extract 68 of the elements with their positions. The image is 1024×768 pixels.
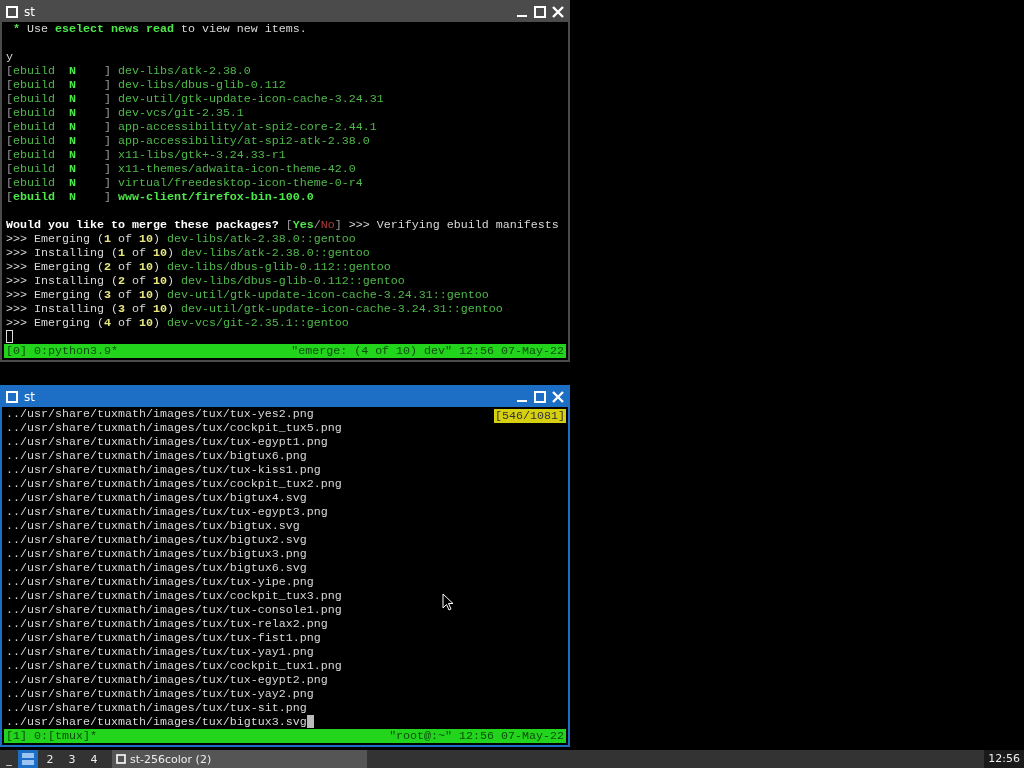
mouse-pointer-icon [442,593,454,611]
task-button[interactable]: st-256color (2) [112,750,367,768]
terminal-line: >>> Emerging (2 of 10) dev-libs/dbus-glib-0.112::gentoo [6,260,391,274]
terminal-line: [ebuild N ] virtual/freedesktop-icon-theme-0-r4 [6,176,363,190]
terminal-line: >>> Installing (2 of 10) dev-libs/dbus-glib-0.112::gentoo [6,274,405,288]
terminal-line: ../usr/share/tuxmath/images/tux/tux-egypt2.png [6,673,328,687]
terminal-line: ../usr/share/tuxmath/images/tux/bigtux3.svg [6,715,307,729]
window-icon [116,754,126,764]
terminal-line: ../usr/share/tuxmath/images/tux/bigtux3.png [6,547,307,561]
terminal-line: ../usr/share/tuxmath/images/tux/bigtux4.svg [6,491,307,505]
terminal-line: [ebuild N ] app-accessibility/at-spi2-atk-2.38.0 [6,134,370,148]
match-counter: [546/1081] [494,409,566,423]
terminal-line: >>> Installing (3 of 10) dev-util/gtk-update-icon-cache-3.24.31::gentoo [6,302,503,316]
close-icon[interactable] [552,6,564,18]
window-icon [6,6,18,18]
window-title: st [24,5,36,19]
layout-symbol: _ [5,752,13,766]
terminal-line: ../usr/share/tuxmath/images/tux/bigtux6.svg [6,561,307,575]
terminal-line: ../usr/share/tuxmath/images/tux/tux-fist1.png [6,631,321,645]
text-cursor [6,330,13,343]
terminal-line: ../usr/share/tuxmath/images/tux/cockpit_tux3.png [6,589,342,603]
terminal-line: [ebuild N ] app-accessibility/at-spi2-core-2.44.1 [6,120,377,134]
status-left: [1] 0:[tmux]* [6,729,97,743]
terminal-line: ../usr/share/tuxmath/images/tux/tux-kiss1.png [6,463,321,477]
terminal-line: Would you like to merge these packages? [Yes/No] >>> Verifying ebuild manifests [6,218,559,232]
terminal-line: [ebuild N ] dev-util/gtk-update-icon-cache-3.24.31 [6,92,384,106]
terminal-line: y [6,50,13,64]
terminal-line: [ebuild N ] dev-libs/atk-2.38.0 [6,64,251,78]
terminal-line: ../usr/share/tuxmath/images/tux/tux-egypt1.png [6,435,328,449]
status-right: "emerge: (4 of 10) dev" 12:56 07-May-22 [291,344,564,358]
clock: 12:56 [984,750,1024,768]
close-icon[interactable] [552,391,564,403]
tiled-layout-icon [21,752,35,766]
terminal-line: ../usr/share/tuxmath/images/tux/tux-sit.png [6,701,307,715]
title-bar[interactable]: st [2,2,568,22]
terminal-line: [ebuild N ] dev-libs/dbus-glib-0.112 [6,78,286,92]
terminal-line: [ebuild N ] x11-libs/gtk+-3.24.33-r1 [6,148,286,162]
window-icon [6,391,18,403]
text-cursor [306,715,314,728]
terminal-line: ../usr/share/tuxmath/images/tux/cockpit_tux2.png [6,477,342,491]
terminal-line: ../usr/share/tuxmath/images/tux/bigtux2.svg [6,533,307,547]
terminal-line: ../usr/share/tuxmath/images/tux/tux-yay1.png [6,645,314,659]
terminal-line: [ebuild N ] dev-vcs/git-2.35.1 [6,106,244,120]
terminal-line: >>> Emerging (3 of 10) dev-util/gtk-update-icon-cache-3.24.31::gentoo [6,288,489,302]
status-left: [0] 0:python3.9* [6,344,118,358]
terminal-line: [ebuild N ] x11-themes/adwaita-icon-theme-42.0 [6,162,356,176]
terminal-line: ../usr/share/tuxmath/images/tux/cockpit_tux5.png [6,421,342,435]
terminal-line: [ebuild N ] www-client/firefox-bin-100.0 [6,190,314,204]
terminal-line: ../usr/share/tuxmath/images/tux/tux-console1.png [6,603,342,617]
maximize-icon[interactable] [534,6,546,18]
terminal-line: * Use eselect news read to view new items. [12,22,307,36]
window-title: st [24,390,36,404]
terminal-line: >>> Emerging (1 of 10) dev-libs/atk-2.38.0::gentoo [6,232,356,246]
maximize-icon[interactable] [534,391,546,403]
terminal-line: ../usr/share/tuxmath/images/tux/bigtux.svg [6,519,300,533]
terminal-line: ../usr/share/tuxmath/images/tux/tux-egypt3.png [6,505,328,519]
terminal-line: ../usr/share/tuxmath/images/tux/bigtux6.png [6,449,307,463]
terminal-line: ../usr/share/tuxmath/images/tux/tux-yes2.png [6,407,314,421]
terminal-line: >>> Emerging (4 of 10) dev-vcs/git-2.35.1::gentoo [6,316,349,330]
status-right: "root@:~" 12:56 07-May-22 [389,729,564,743]
terminal-line: ../usr/share/tuxmath/images/tux/tux-relax2.png [6,617,328,631]
title-bar[interactable]: st [2,387,568,407]
terminal-line: >>> Installing (1 of 10) dev-libs/atk-2.38.0::gentoo [6,246,370,260]
terminal-line: ../usr/share/tuxmath/images/tux/cockpit_tux1.png [6,659,342,673]
task-title: st-256color (2) [130,752,212,766]
workspace-tag[interactable] [18,750,38,768]
terminal-line: ../usr/share/tuxmath/images/tux/tux-yipe.png [6,575,314,589]
terminal-line: ../usr/share/tuxmath/images/tux/tux-yay2.png [6,687,314,701]
